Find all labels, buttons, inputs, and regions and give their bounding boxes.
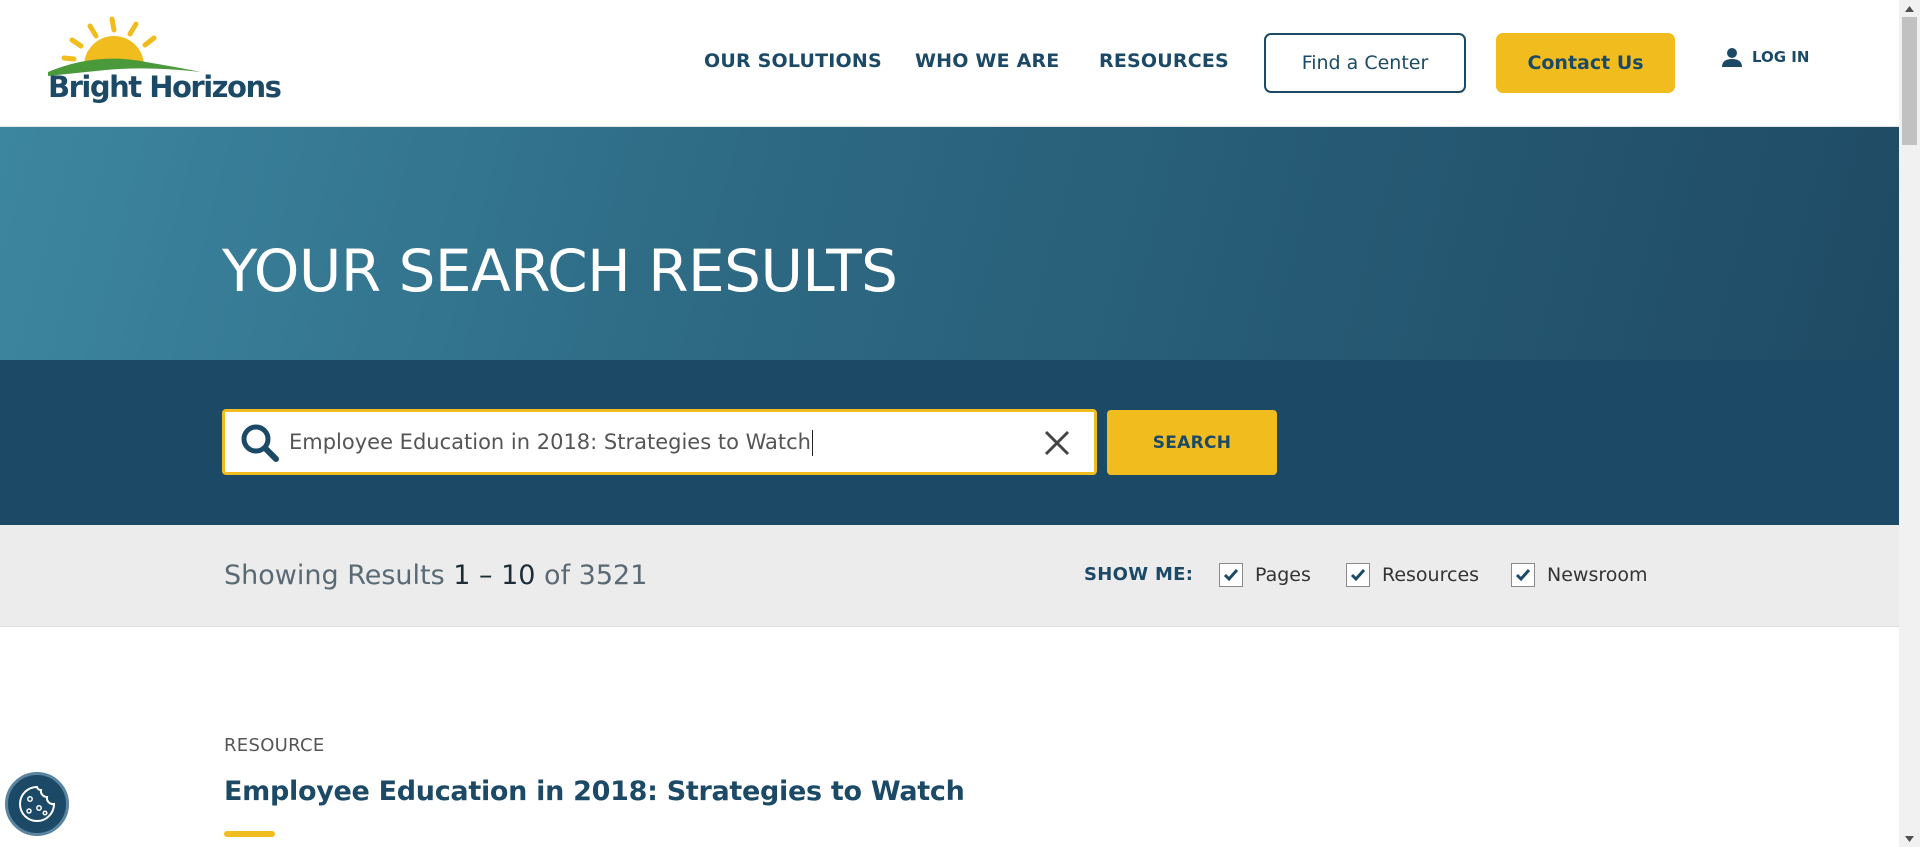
filter-resources-checkbox[interactable]: Resources: [1346, 563, 1479, 587]
filter-newsroom-checkbox[interactable]: Newsroom: [1511, 563, 1648, 587]
filter-label: Newsroom: [1547, 564, 1648, 586]
show-me-label: SHOW ME:: [1084, 564, 1194, 585]
scroll-down-arrow-icon[interactable]: [1899, 830, 1920, 847]
logo-wordmark: Bright Horizons: [48, 70, 282, 104]
text-caret: [811, 430, 813, 456]
check-icon: [1350, 569, 1366, 582]
filter-label: Resources: [1382, 564, 1480, 586]
find-a-center-button[interactable]: Find a Center: [1264, 33, 1466, 93]
nav-who-we-are[interactable]: WHO WE ARE: [915, 50, 1060, 72]
search-button[interactable]: SEARCH: [1107, 410, 1277, 475]
results-count: Showing Results 1 – 10 of 3521: [224, 560, 648, 591]
result-accent-bar: [224, 831, 275, 837]
hero-banner: YOUR SEARCH RESULTS: [0, 127, 1899, 360]
bright-horizons-logo[interactable]: Bright Horizons: [46, 14, 296, 114]
cookie-icon: [19, 785, 56, 822]
site-header: Bright Horizons OUR SOLUTIONS WHO WE ARE…: [0, 0, 1899, 127]
user-icon: [1722, 48, 1742, 67]
cookie-settings-button[interactable]: [5, 772, 69, 836]
check-icon: [1515, 569, 1531, 582]
search-icon: [241, 424, 279, 462]
search-input[interactable]: Employee Education in 2018: Strategies t…: [222, 409, 1097, 475]
page-title: YOUR SEARCH RESULTS: [222, 237, 898, 305]
scroll-thumb[interactable]: [1902, 17, 1917, 145]
result-type-label: RESOURCE: [224, 735, 325, 756]
search-query-text: Employee Education in 2018: Strategies t…: [289, 430, 813, 456]
checkbox-box[interactable]: [1219, 563, 1243, 587]
filter-pages-checkbox[interactable]: Pages: [1219, 563, 1311, 587]
filter-label: Pages: [1255, 564, 1311, 586]
check-icon: [1223, 569, 1239, 582]
nav-resources[interactable]: RESOURCES: [1099, 50, 1229, 72]
checkbox-box[interactable]: [1346, 563, 1370, 587]
login-link[interactable]: LOG IN: [1722, 47, 1809, 67]
page-scrollbar[interactable]: [1899, 0, 1920, 847]
nav-our-solutions[interactable]: OUR SOLUTIONS: [704, 50, 882, 72]
search-band: Employee Education in 2018: Strategies t…: [0, 360, 1899, 525]
scroll-up-arrow-icon[interactable]: [1899, 0, 1920, 17]
results-filter-bar: Showing Results 1 – 10 of 3521 SHOW ME: …: [0, 525, 1899, 627]
contact-us-button[interactable]: Contact Us: [1496, 33, 1675, 93]
login-label: LOG IN: [1752, 48, 1810, 66]
result-title-link[interactable]: Employee Education in 2018: Strategies t…: [224, 776, 965, 807]
checkbox-box[interactable]: [1511, 563, 1535, 587]
clear-search-icon[interactable]: [1042, 428, 1072, 458]
